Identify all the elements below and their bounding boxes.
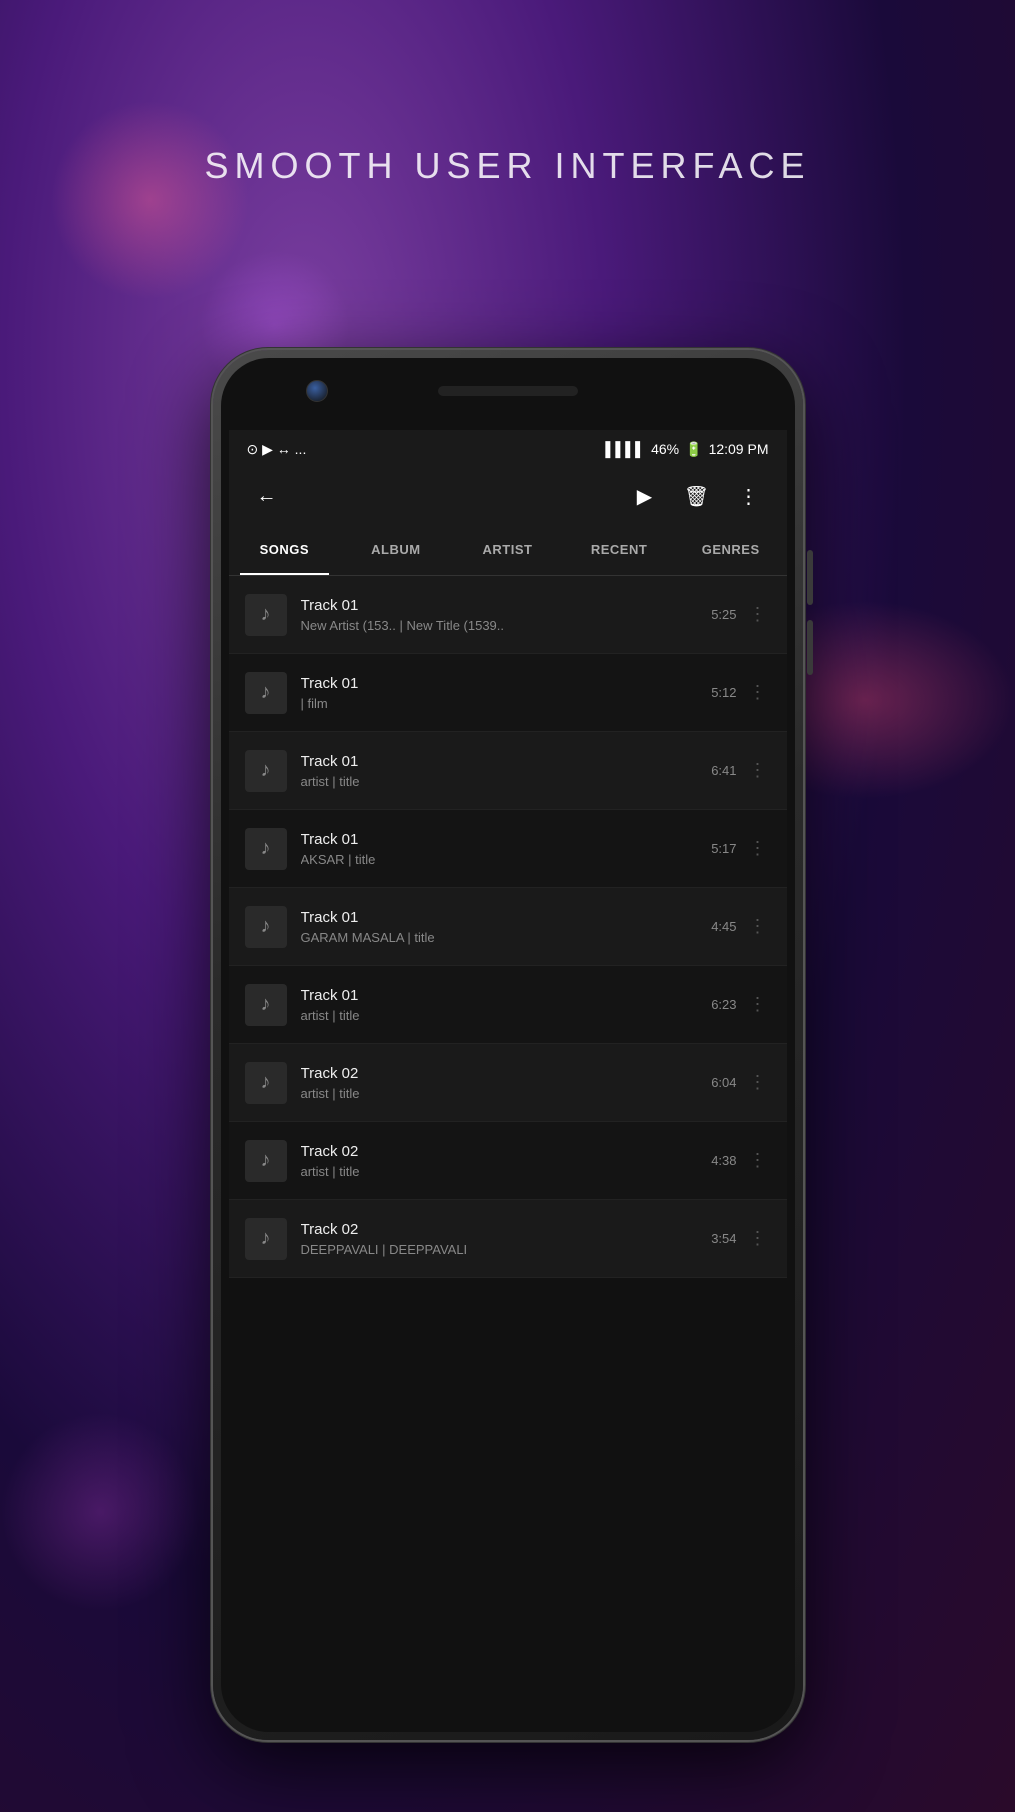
song-note-icon: ♪	[245, 828, 287, 870]
song-info: Track 01 | film	[301, 675, 702, 711]
status-right: ▌▌▌▌ 46% 🔋 12:09 PM	[605, 441, 768, 458]
song-info: Track 01 artist | title	[301, 753, 702, 789]
song-more-icon[interactable]: ⋮	[745, 1146, 771, 1175]
bg-decoration-1	[50, 100, 250, 300]
song-item[interactable]: ♪ Track 01 artist | title 6:41 ⋮	[229, 732, 787, 810]
song-subtitle: | film	[301, 696, 702, 711]
volume-up-button[interactable]	[807, 550, 813, 605]
song-info: Track 01 artist | title	[301, 987, 702, 1023]
song-info: Track 02 DEEPPAVALI | DEEPPAVALI	[301, 1221, 702, 1257]
song-more-icon[interactable]: ⋮	[745, 990, 771, 1019]
song-subtitle: New Artist (153.. | New Title (1539..	[301, 618, 702, 633]
page-title: SMOOTH USER INTERFACE	[0, 145, 1015, 187]
song-more-icon[interactable]: ⋮	[745, 678, 771, 707]
song-item[interactable]: ♪ Track 02 DEEPPAVALI | DEEPPAVALI 3:54 …	[229, 1200, 787, 1278]
screen-content: ← ▶ 🗑 ⋮	[229, 468, 787, 1660]
phone-mockup: ⊙ ▶ ↔ ... ▌▌▌▌ 46% 🔋 12:09 PM ←	[213, 350, 803, 1740]
song-more-icon[interactable]: ⋮	[745, 834, 771, 863]
song-note-icon: ♪	[245, 984, 287, 1026]
camera-icon	[306, 380, 328, 402]
song-title: Track 01	[301, 675, 702, 692]
song-info: Track 01 New Artist (153.. | New Title (…	[301, 597, 702, 633]
delete-button[interactable]: 🗑	[677, 476, 717, 516]
song-title: Track 01	[301, 831, 702, 848]
song-title: Track 02	[301, 1221, 702, 1238]
signal-icon: ▌▌▌▌	[605, 441, 645, 457]
delete-icon: 🗑	[684, 484, 709, 509]
songs-list: ♪ Track 01 New Artist (153.. | New Title…	[229, 576, 787, 1660]
song-info: Track 02 artist | title	[301, 1143, 702, 1179]
screen: ⊙ ▶ ↔ ... ▌▌▌▌ 46% 🔋 12:09 PM ←	[229, 430, 787, 1660]
song-subtitle: DEEPPAVALI | DEEPPAVALI	[301, 1242, 702, 1257]
song-info: Track 01 AKSAR | title	[301, 831, 702, 867]
song-duration: 4:45	[711, 919, 736, 934]
back-button[interactable]: ←	[247, 476, 287, 516]
song-info: Track 01 GARAM MASALA | title	[301, 909, 702, 945]
song-duration: 5:17	[711, 841, 736, 856]
song-note-icon: ♪	[245, 1218, 287, 1260]
status-bar: ⊙ ▶ ↔ ... ▌▌▌▌ 46% 🔋 12:09 PM	[229, 430, 787, 468]
song-item[interactable]: ♪ Track 02 artist | title 6:04 ⋮	[229, 1044, 787, 1122]
clock: 12:09 PM	[709, 441, 769, 457]
tab-bar: SONGS ALBUM ARTIST RECENT GENRES	[229, 524, 787, 576]
song-subtitle: artist | title	[301, 774, 702, 789]
song-subtitle: artist | title	[301, 1086, 702, 1101]
song-duration: 6:04	[711, 1075, 736, 1090]
more-icon: ⋮	[739, 484, 759, 509]
volume-down-button[interactable]	[807, 620, 813, 675]
song-note-icon: ♪	[245, 594, 287, 636]
bg-decoration-4	[0, 1412, 200, 1612]
song-item[interactable]: ♪ Track 01 New Artist (153.. | New Title…	[229, 576, 787, 654]
song-title: Track 01	[301, 909, 702, 926]
song-note-icon: ♪	[245, 1062, 287, 1104]
song-title: Track 02	[301, 1143, 702, 1160]
song-info: Track 02 artist | title	[301, 1065, 702, 1101]
song-note-icon: ♪	[245, 750, 287, 792]
song-subtitle: AKSAR | title	[301, 852, 702, 867]
status-left: ⊙ ▶ ↔ ...	[247, 441, 307, 458]
tab-genres[interactable]: GENRES	[675, 524, 787, 575]
play-button[interactable]: ▶	[625, 476, 665, 516]
tab-album[interactable]: ALBUM	[340, 524, 452, 575]
song-title: Track 02	[301, 1065, 702, 1082]
song-item[interactable]: ♪ Track 01 AKSAR | title 5:17 ⋮	[229, 810, 787, 888]
more-button[interactable]: ⋮	[729, 476, 769, 516]
song-duration: 3:54	[711, 1231, 736, 1246]
song-subtitle: GARAM MASALA | title	[301, 930, 702, 945]
speaker	[438, 386, 578, 396]
tab-songs[interactable]: SONGS	[229, 524, 341, 575]
song-title: Track 01	[301, 597, 702, 614]
song-duration: 5:12	[711, 685, 736, 700]
phone-outer: ⊙ ▶ ↔ ... ▌▌▌▌ 46% 🔋 12:09 PM ←	[213, 350, 803, 1740]
song-item[interactable]: ♪ Track 01 | film 5:12 ⋮	[229, 654, 787, 732]
song-title: Track 01	[301, 987, 702, 1004]
song-note-icon: ♪	[245, 672, 287, 714]
toolbar: ← ▶ 🗑 ⋮	[229, 468, 787, 524]
song-duration: 6:23	[711, 997, 736, 1012]
song-duration: 6:41	[711, 763, 736, 778]
song-item[interactable]: ♪ Track 01 GARAM MASALA | title 4:45 ⋮	[229, 888, 787, 966]
tab-recent[interactable]: RECENT	[563, 524, 675, 575]
song-note-icon: ♪	[245, 1140, 287, 1182]
song-title: Track 01	[301, 753, 702, 770]
battery-icon: 🔋	[685, 441, 702, 458]
song-subtitle: artist | title	[301, 1164, 702, 1179]
song-item[interactable]: ♪ Track 02 artist | title 4:38 ⋮	[229, 1122, 787, 1200]
back-icon: ←	[257, 485, 277, 508]
tab-artist[interactable]: ARTIST	[452, 524, 564, 575]
notification-icons: ⊙ ▶ ↔ ...	[247, 441, 307, 458]
song-note-icon: ♪	[245, 906, 287, 948]
play-icon: ▶	[637, 484, 652, 509]
song-more-icon[interactable]: ⋮	[745, 600, 771, 629]
song-more-icon[interactable]: ⋮	[745, 756, 771, 785]
battery-level: 46%	[651, 441, 679, 457]
song-more-icon[interactable]: ⋮	[745, 1068, 771, 1097]
song-more-icon[interactable]: ⋮	[745, 1224, 771, 1253]
song-duration: 5:25	[711, 607, 736, 622]
song-subtitle: artist | title	[301, 1008, 702, 1023]
song-duration: 4:38	[711, 1153, 736, 1168]
phone-inner: ⊙ ▶ ↔ ... ▌▌▌▌ 46% 🔋 12:09 PM ←	[221, 358, 795, 1732]
song-more-icon[interactable]: ⋮	[745, 912, 771, 941]
song-item[interactable]: ♪ Track 01 artist | title 6:23 ⋮	[229, 966, 787, 1044]
